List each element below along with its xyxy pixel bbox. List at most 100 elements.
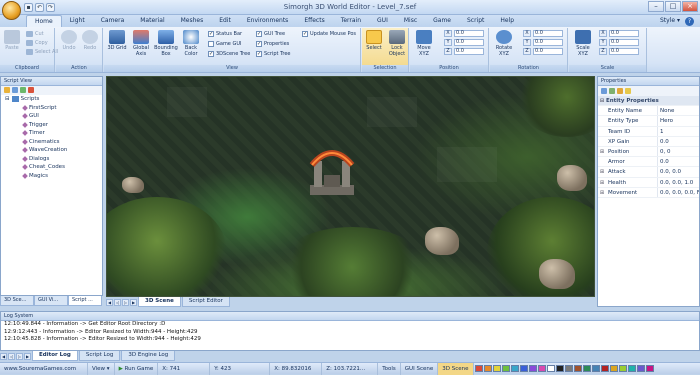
- tab-help[interactable]: Help: [492, 15, 522, 27]
- color-swatch[interactable]: [573, 365, 582, 372]
- tab-camera[interactable]: Camera: [93, 15, 133, 27]
- property-value[interactable]: 0.0: [658, 137, 699, 146]
- prev-tab-icon[interactable]: ◁: [8, 352, 15, 360]
- script-item[interactable]: FirstScript: [5, 104, 102, 113]
- color-swatch[interactable]: [528, 365, 537, 372]
- add-folder-icon[interactable]: [12, 87, 18, 93]
- script-item[interactable]: Trigger: [5, 121, 102, 130]
- property-row[interactable]: ⊞ Health 0.0, 0.0, 1.0: [598, 177, 699, 188]
- tab-effects[interactable]: Effects: [296, 15, 332, 27]
- position-z-input[interactable]: 0.0: [454, 48, 484, 55]
- color-swatch[interactable]: [474, 365, 483, 372]
- color-swatch[interactable]: [627, 365, 636, 372]
- property-category[interactable]: ⊟ Entity Properties: [598, 96, 699, 107]
- checkbox-script-tree[interactable]: ✓ Script Tree: [256, 51, 291, 57]
- first-tab-icon[interactable]: ◀: [106, 298, 113, 306]
- checkbox-properties[interactable]: ✓ Properties: [256, 41, 289, 47]
- tab-light[interactable]: Light: [62, 15, 93, 27]
- close-button[interactable]: ×: [682, 1, 698, 12]
- color-swatch[interactable]: [519, 365, 528, 372]
- property-value[interactable]: 0.0: [658, 157, 699, 166]
- property-row[interactable]: ⊞ Position 0, 0: [598, 146, 699, 158]
- application-orb-button[interactable]: [2, 1, 21, 20]
- run-game-button[interactable]: ▶ Run Game: [115, 362, 159, 375]
- undo-button[interactable]: Undo: [60, 30, 78, 52]
- tab-game[interactable]: Game: [425, 15, 459, 27]
- stone-arch-model[interactable]: [304, 143, 360, 197]
- log-tab-3d-engine-log[interactable]: 3D Engine Log: [121, 351, 176, 361]
- color-swatch[interactable]: [600, 365, 609, 372]
- first-tab-icon[interactable]: ◀: [0, 352, 7, 360]
- property-row[interactable]: Armor 0.0: [598, 157, 699, 168]
- log-tab-script-log[interactable]: Script Log: [78, 351, 121, 361]
- categorized-icon[interactable]: [601, 88, 607, 94]
- checkbox-box[interactable]: ✓: [208, 31, 214, 37]
- redo-button[interactable]: Redo: [81, 30, 99, 52]
- save-icon[interactable]: ▪: [24, 3, 33, 12]
- bounding-box-button[interactable]: Bounding Box: [154, 30, 178, 57]
- color-swatch[interactable]: [618, 365, 627, 372]
- position-x-input[interactable]: 0.0: [454, 30, 484, 37]
- property-value[interactable]: 0.0, 0.0, 0.0, False: [658, 188, 699, 197]
- checkbox-box[interactable]: [208, 41, 214, 47]
- website-link[interactable]: www.SouremaGames.com: [0, 362, 88, 375]
- tab-script[interactable]: Script: [459, 15, 492, 27]
- script-item[interactable]: GUI: [5, 112, 102, 121]
- color-swatch[interactable]: [510, 365, 519, 372]
- properties-icon[interactable]: [617, 88, 623, 94]
- expand-icon[interactable]: ⊞: [598, 147, 606, 156]
- script-item[interactable]: Cheat_Codes: [5, 163, 102, 172]
- lock-object-button[interactable]: Lock Object: [386, 30, 408, 57]
- color-swatch[interactable]: [582, 365, 591, 372]
- redo-icon[interactable]: ↷: [46, 3, 55, 12]
- checkbox-gui-tree[interactable]: ✓ GUI Tree: [256, 31, 285, 37]
- edit-icon[interactable]: [20, 87, 26, 93]
- property-value[interactable]: 0.0, 0.0: [658, 167, 699, 176]
- color-swatch[interactable]: [555, 365, 564, 372]
- move-xyz-button[interactable]: Move XYZ: [413, 30, 435, 57]
- next-tab-icon[interactable]: ▷: [16, 352, 23, 360]
- rotation-x-input[interactable]: 0.0: [533, 30, 563, 37]
- new-script-icon[interactable]: [4, 87, 10, 93]
- rotate-xyz-button[interactable]: Rotate XYZ: [493, 30, 515, 57]
- script-item[interactable]: Timer: [5, 129, 102, 138]
- cut-button[interactable]: Cut: [26, 31, 44, 37]
- style-menu[interactable]: Style ▾: [660, 16, 680, 26]
- script-item[interactable]: WaveCreation: [5, 146, 102, 155]
- color-swatch[interactable]: [564, 365, 573, 372]
- checkbox-game-gui[interactable]: Game GUI: [208, 41, 241, 47]
- expand-icon[interactable]: ⊞: [598, 178, 606, 187]
- delete-icon[interactable]: [28, 87, 34, 93]
- color-swatch[interactable]: [483, 365, 492, 372]
- minimize-button[interactable]: –: [648, 1, 664, 12]
- color-swatch[interactable]: [546, 365, 555, 372]
- script-item[interactable]: Dialogs: [5, 155, 102, 164]
- color-swatch[interactable]: [645, 365, 654, 372]
- view-menu[interactable]: View ▾: [88, 362, 115, 375]
- undo-icon[interactable]: ↶: [35, 3, 44, 12]
- scale-y-input[interactable]: 0.0: [609, 39, 639, 46]
- 3d-scene-button[interactable]: 3D Scene: [438, 362, 474, 375]
- tab-environments[interactable]: Environments: [239, 15, 296, 27]
- left-panel-tab[interactable]: GUI Vi...: [34, 296, 68, 306]
- checkbox-box[interactable]: ✓: [208, 51, 214, 57]
- property-value[interactable]: 0.0, 0.0, 1.0: [658, 178, 699, 187]
- script-item[interactable]: Magics: [5, 172, 102, 181]
- rotation-z-input[interactable]: 0.0: [533, 48, 563, 55]
- color-swatch[interactable]: [501, 365, 510, 372]
- left-panel-tab[interactable]: Script ...: [68, 296, 102, 306]
- property-row[interactable]: ⊞Movement0.0, 0.0, 0.0, False: [598, 187, 699, 198]
- alphabetical-icon[interactable]: [609, 88, 615, 94]
- scale-z-input[interactable]: 0.0: [609, 48, 639, 55]
- checkbox-box[interactable]: ✓: [302, 31, 308, 37]
- help-icon[interactable]: ?: [685, 17, 694, 26]
- checkbox-update-mouse-pos[interactable]: ✓ Update Mouse Pos: [302, 31, 356, 37]
- property-row[interactable]: XP Gain 0.0: [598, 136, 699, 147]
- property-value[interactable]: Hero: [658, 116, 699, 125]
- log-tab-editor-log[interactable]: Editor Log: [32, 351, 78, 361]
- grid3d-button[interactable]: 3D Grid: [106, 30, 128, 52]
- property-row[interactable]: Entity Name None: [598, 106, 699, 117]
- tab-misc[interactable]: Misc: [396, 15, 425, 27]
- property-value[interactable]: None: [658, 106, 699, 115]
- global-axis-button[interactable]: Global Axis: [130, 30, 152, 57]
